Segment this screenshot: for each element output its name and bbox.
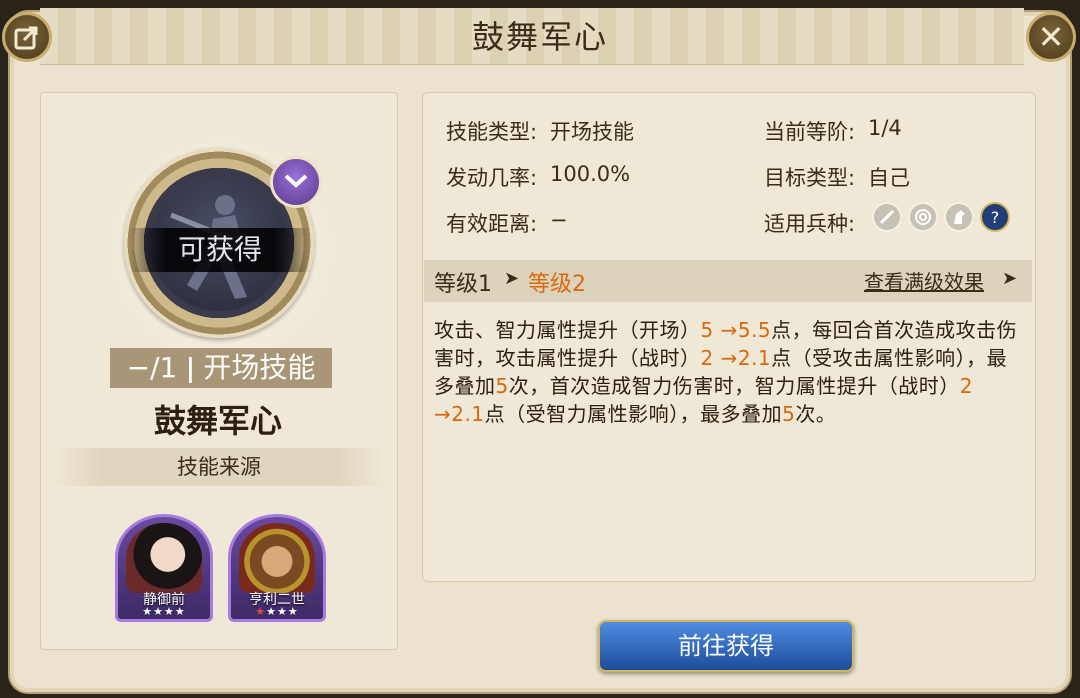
range-label: 有效距离: — [446, 212, 538, 236]
skill-level-tag: −/1 ǀ 开场技能 — [110, 348, 332, 388]
trigger-rate-label: 发动几率: — [446, 166, 538, 190]
obtainable-badge: 可获得 — [130, 228, 310, 272]
hero-stars: ★★★★ — [255, 605, 299, 618]
range-value: − — [550, 208, 568, 232]
arrow-right-icon: ➤ — [1002, 268, 1018, 289]
share-icon — [14, 26, 38, 50]
hero-stars: ★★★★ — [142, 605, 186, 618]
question-icon[interactable]: ? — [980, 202, 1010, 232]
close-icon: ✕ — [1037, 18, 1065, 56]
next-level: 等级2 — [528, 272, 586, 297]
hero-portrait — [239, 523, 315, 593]
skill-type-label: 技能类型: — [446, 120, 538, 144]
close-button[interactable]: ✕ — [1026, 12, 1076, 62]
hero-portrait — [126, 523, 202, 593]
rank-label: 当前等阶: — [764, 120, 856, 144]
current-level: 等级1 — [434, 272, 492, 297]
troop-type-icons: ? — [872, 202, 1010, 232]
expand-button[interactable] — [270, 156, 322, 208]
go-obtain-button[interactable]: 前往获得 — [598, 620, 854, 672]
hero-card[interactable]: 亨利二世 ★★★★ — [228, 514, 326, 622]
target-type-value: 自己 — [868, 166, 910, 190]
horse-icon[interactable] — [944, 202, 974, 232]
arrow-right-icon: ➤ — [504, 268, 520, 289]
dialog-title: 鼓舞军心 — [471, 18, 608, 56]
skill-description: 攻击、智力属性提升（开场）5 →5.5点，每回合首次造成攻击伤害时，攻击属性提升… — [434, 318, 1018, 426]
share-button[interactable] — [2, 12, 52, 62]
target-icon[interactable] — [908, 202, 938, 232]
hero-card[interactable]: 静御前 ★★★★ — [115, 514, 213, 622]
target-type-label: 目标类型: — [764, 166, 856, 190]
skill-source-label: 技能来源 — [52, 448, 386, 486]
skill-name: 鼓舞军心 — [153, 402, 282, 440]
rank-value: 1/4 — [868, 116, 902, 140]
trigger-rate-value: 100.0% — [550, 162, 631, 186]
troop-type-label: 适用兵种: — [764, 212, 856, 236]
sword-icon[interactable] — [872, 202, 902, 232]
chevron-down-icon — [284, 174, 308, 188]
skill-type-value: 开场技能 — [550, 120, 634, 144]
view-max-level-link[interactable]: 查看满级效果 — [864, 266, 984, 295]
